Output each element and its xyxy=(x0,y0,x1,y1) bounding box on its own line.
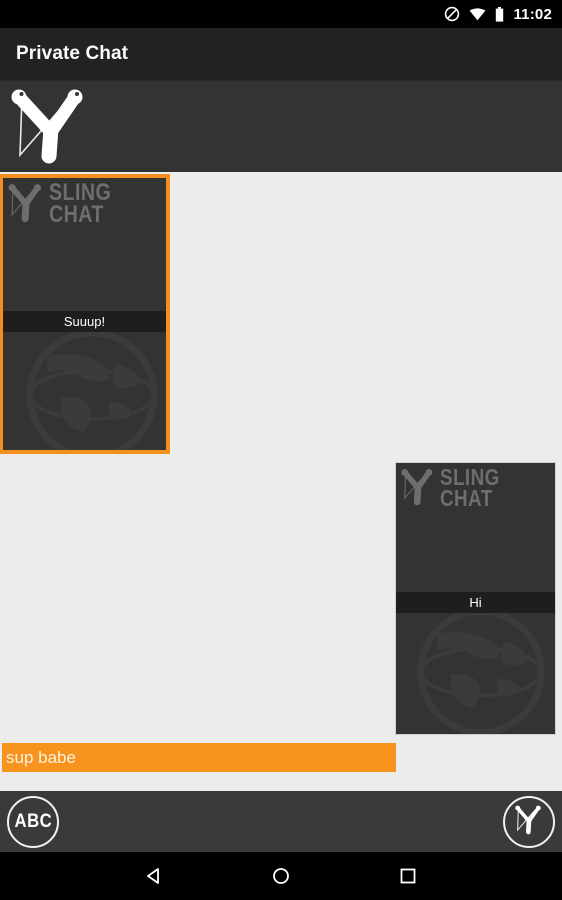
wifi-icon xyxy=(469,7,486,21)
nav-home-button[interactable] xyxy=(257,852,305,900)
bottom-toolbar: ABC xyxy=(0,791,562,852)
composer-row xyxy=(0,743,562,774)
nav-back-button[interactable] xyxy=(130,852,178,900)
battery-icon xyxy=(495,6,504,22)
slingshot-brand-icon xyxy=(401,469,433,506)
abc-keyboard-button[interactable]: ABC xyxy=(7,796,59,848)
nav-recents-button[interactable] xyxy=(384,852,432,900)
brand-header-bar xyxy=(0,80,562,172)
globe-watermark-icon xyxy=(26,329,158,450)
message-caption-bar: Suuup! xyxy=(3,311,166,332)
message-card-content: SLING CHAT Hi xyxy=(396,463,555,734)
message-input[interactable] xyxy=(2,743,396,772)
android-navigation-bar xyxy=(0,852,562,900)
message-caption-text: Suuup! xyxy=(63,314,106,329)
card-brand: SLING CHAT xyxy=(400,465,513,512)
message-list[interactable]: SLING CHAT Suuup! SLING CHAT Hi xyxy=(0,172,562,735)
card-brand-text: SLING CHAT xyxy=(440,465,513,512)
action-bar: Private Chat xyxy=(0,28,562,80)
message-card-outgoing[interactable]: SLING CHAT Hi xyxy=(395,462,556,735)
card-brand-line-2: CHAT xyxy=(440,485,493,512)
message-caption-bar: Hi xyxy=(396,592,555,613)
message-card-incoming[interactable]: SLING CHAT Suuup! xyxy=(0,174,170,454)
app-screen: 11:02 Private Chat SLING CHAT Suuup! SLI… xyxy=(0,0,562,900)
status-time: 11:02 xyxy=(513,5,552,23)
do-not-disturb-icon xyxy=(444,6,460,22)
card-brand: SLING CHAT xyxy=(7,180,125,229)
message-card-content: SLING CHAT Suuup! xyxy=(3,178,166,450)
send-button[interactable] xyxy=(503,796,555,848)
status-bar: 11:02 xyxy=(0,0,562,28)
page-title: Private Chat xyxy=(16,43,129,64)
card-brand-line-2: CHAT xyxy=(49,201,104,229)
globe-watermark-icon xyxy=(417,608,545,734)
slingshot-logo-icon xyxy=(9,86,93,173)
message-caption-text: Hi xyxy=(469,595,482,610)
slingshot-send-icon xyxy=(512,802,546,843)
slingshot-brand-icon xyxy=(8,184,41,223)
abc-button-label: ABC xyxy=(14,811,52,832)
card-brand-text: SLING CHAT xyxy=(49,180,125,229)
